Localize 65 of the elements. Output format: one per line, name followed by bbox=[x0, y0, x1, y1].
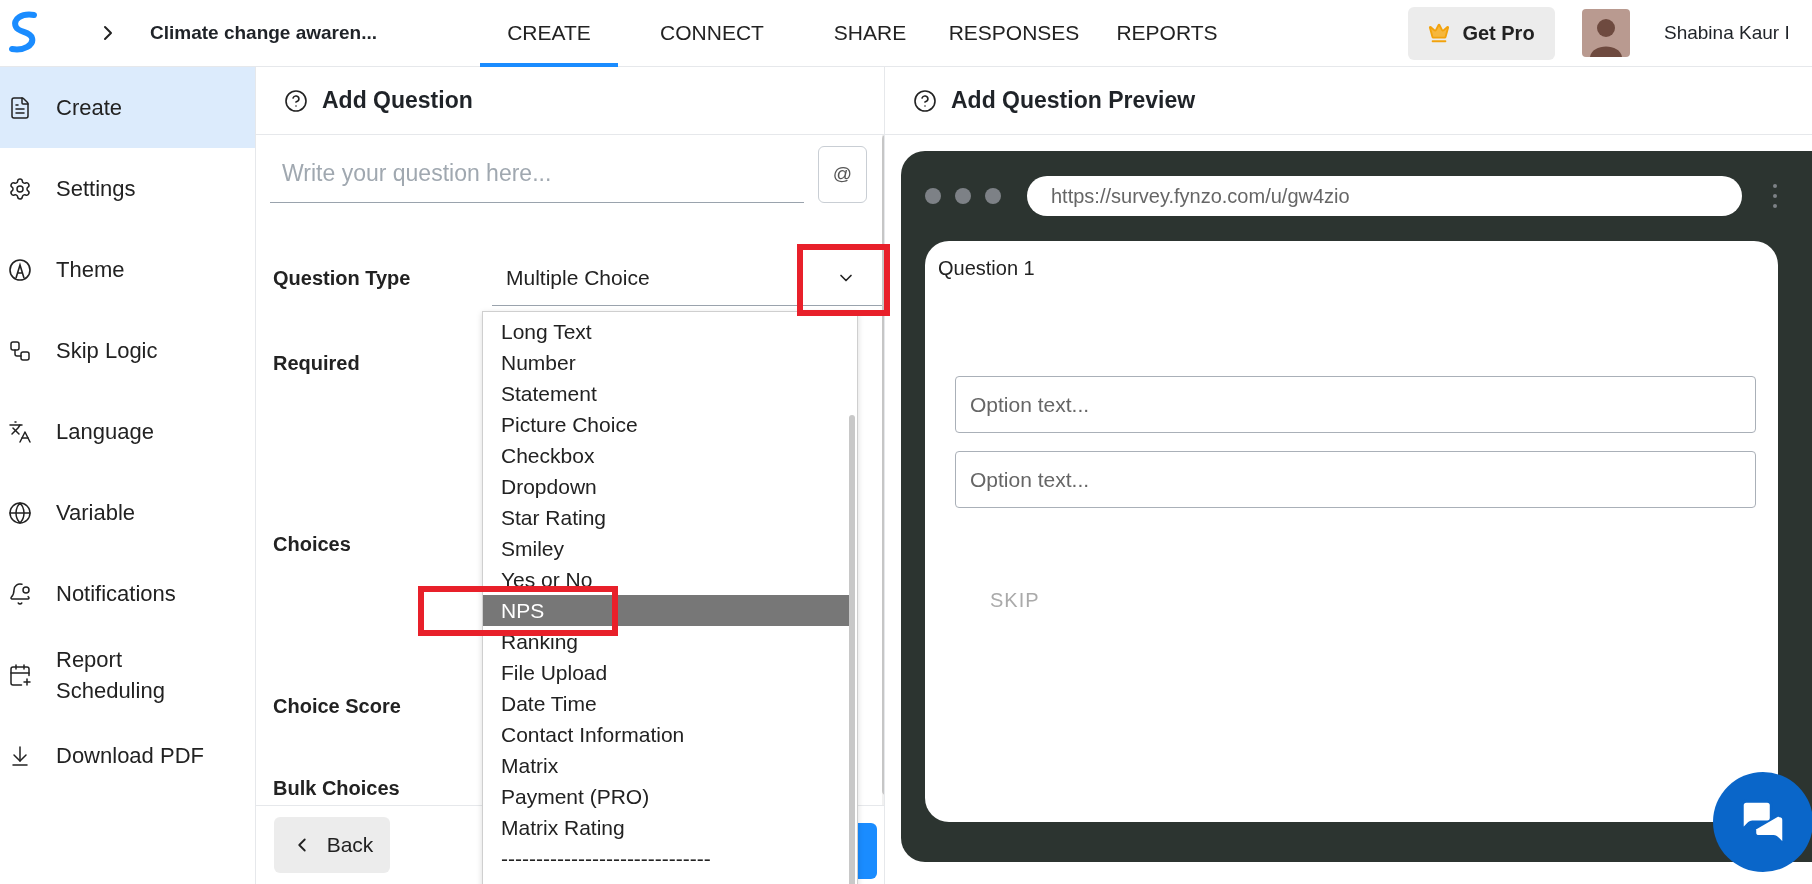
sidebar-icon bbox=[8, 419, 32, 444]
dropdown-option[interactable]: Statement bbox=[483, 378, 850, 409]
option-field[interactable]: Option text... bbox=[955, 376, 1756, 433]
panel-title: Add Question Preview bbox=[951, 87, 1196, 114]
sidebar-item[interactable]: Theme bbox=[0, 229, 255, 310]
field-label: Choice Score bbox=[272, 694, 402, 718]
dropdown-option[interactable]: Contact Information bbox=[483, 719, 850, 750]
dropdown-option[interactable]: Matrix bbox=[483, 750, 850, 781]
help-icon[interactable] bbox=[284, 88, 308, 113]
avatar[interactable] bbox=[1582, 9, 1630, 57]
sidebar-item[interactable]: Settings bbox=[0, 148, 255, 229]
panel-title: Add Question bbox=[322, 87, 473, 114]
dropdown-option[interactable]: Long Text bbox=[483, 316, 850, 347]
sidebar-icon bbox=[8, 500, 32, 525]
dropdown-option[interactable]: Payment (PRO) bbox=[483, 781, 850, 812]
dropdown-option[interactable]: File Upload bbox=[483, 657, 850, 688]
url-bar: https://survey.fynzo.com/u/gw4zio bbox=[1027, 176, 1742, 216]
sidebar-icon bbox=[8, 662, 32, 687]
sidebar-item[interactable]: Report Scheduling bbox=[0, 634, 255, 715]
dropdown-option[interactable]: Dropdown bbox=[483, 471, 850, 502]
nav-tab[interactable]: CONNECT bbox=[618, 0, 806, 67]
dropdown-option[interactable]: Checkbox bbox=[483, 440, 850, 471]
nav-tab[interactable]: REPORTS bbox=[1094, 0, 1240, 67]
field-label: Choices bbox=[272, 532, 352, 556]
dropdown-option[interactable]: Smiley bbox=[483, 533, 850, 564]
sidebar-item[interactable]: Create bbox=[0, 67, 255, 148]
question-label: Question 1 bbox=[938, 257, 1036, 280]
sidebar-item[interactable]: Language bbox=[0, 391, 255, 472]
nav-tab[interactable]: CREATE bbox=[480, 0, 618, 67]
sidebar-item[interactable]: Download PDF bbox=[0, 715, 255, 796]
sidebar-icon bbox=[8, 581, 32, 606]
window-dot bbox=[955, 188, 971, 204]
crown-icon bbox=[1428, 22, 1451, 44]
sidebar-icon bbox=[8, 176, 32, 201]
scrollbar-thumb[interactable] bbox=[849, 415, 855, 884]
field-label: Required bbox=[272, 351, 361, 375]
more-icon[interactable] bbox=[1772, 183, 1778, 209]
option-field[interactable]: Option text... bbox=[955, 451, 1756, 508]
window-dot bbox=[925, 188, 941, 204]
dropdown-option[interactable]: Ranking bbox=[483, 626, 850, 657]
back-button[interactable]: Back bbox=[274, 817, 390, 873]
palette-icon bbox=[8, 257, 32, 282]
nav-tab[interactable]: RESPONSES bbox=[934, 0, 1094, 67]
field-label: Bulk Choices bbox=[272, 776, 401, 800]
sidebar-item[interactable]: Notifications bbox=[0, 553, 255, 634]
dropdown-option[interactable]: Star Rating bbox=[483, 502, 850, 533]
user-name[interactable]: Shabina Kaur I bbox=[1664, 22, 1812, 44]
help-icon[interactable] bbox=[913, 88, 937, 113]
sidebar-item[interactable]: Variable bbox=[0, 472, 255, 553]
window-dot bbox=[985, 188, 1001, 204]
sidebar-icon bbox=[8, 338, 32, 363]
field-label: Question Type bbox=[272, 266, 412, 290]
dropdown-option[interactable]: NPS bbox=[483, 595, 850, 626]
dropdown-option[interactable]: Picture Choice bbox=[483, 409, 850, 440]
dropdown-option[interactable]: Number bbox=[483, 347, 850, 378]
survey-title: Climate change awaren... bbox=[150, 22, 379, 44]
dropdown-option[interactable]: Date Time bbox=[483, 688, 850, 719]
mention-button[interactable]: @ bbox=[818, 145, 867, 203]
get-pro-button[interactable]: Get Pro bbox=[1408, 6, 1555, 60]
nav-tab[interactable]: SHARE bbox=[806, 0, 934, 67]
sidebar-item[interactable]: Skip Logic bbox=[0, 310, 255, 391]
dropdown-option[interactable]: ------------------------------ bbox=[483, 843, 850, 874]
dropdown-option[interactable]: Matrix Rating bbox=[483, 812, 850, 843]
logo-icon[interactable] bbox=[8, 11, 38, 55]
sidebar-icon bbox=[8, 95, 32, 120]
